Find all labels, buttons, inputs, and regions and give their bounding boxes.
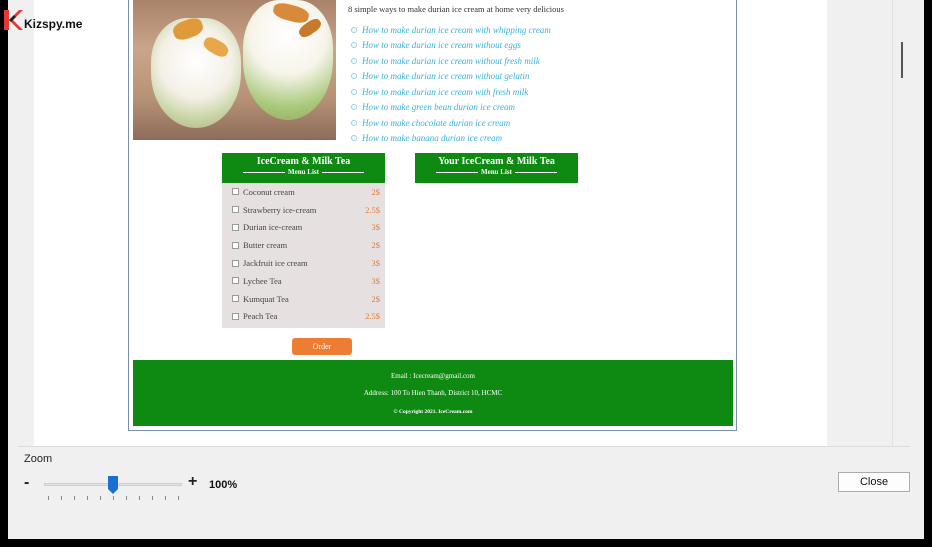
recipe-link[interactable]: How to make chocolate durian ice cream xyxy=(351,115,551,131)
menu-item-checkbox[interactable] xyxy=(232,312,239,320)
kizspy-logo: Kizspy.me xyxy=(0,6,110,36)
menu-list: Coconut cream 2$ Strawberry ice-cream 2.5$… xyxy=(222,183,385,328)
menu-item[interactable]: Kumquat Tea 2$ xyxy=(222,290,385,308)
bullet-icon xyxy=(351,42,357,49)
menu-item-checkbox[interactable] xyxy=(232,188,239,196)
ice-cream-image xyxy=(133,0,336,140)
bullet-icon xyxy=(351,26,357,33)
recipe-link[interactable]: How to make banana durian ice cream xyxy=(351,131,551,147)
menu-item-checkbox[interactable] xyxy=(232,277,239,285)
menu-item-checkbox[interactable] xyxy=(232,241,239,249)
menu-item-price: 3$ xyxy=(371,275,381,286)
recipe-link[interactable]: How to make durian ice cream without egg… xyxy=(351,38,551,54)
zoom-slider-ticks xyxy=(48,496,179,501)
menu-item-price: 2$ xyxy=(371,293,381,304)
close-button[interactable]: Close xyxy=(838,472,910,492)
footer-email: Email : Icecream@gmail.com xyxy=(391,372,475,380)
menu-list-header: IceCream & Milk Tea Menu List xyxy=(222,153,385,183)
menu-item-price: 2$ xyxy=(371,186,381,197)
vertical-scrollbar[interactable] xyxy=(892,0,911,447)
menu-item[interactable]: Jackfruit ice cream 3$ xyxy=(222,254,385,272)
print-preview-window: 8 simple ways to make durian ice cream a… xyxy=(8,0,924,539)
menu-item[interactable]: Durian ice-cream 3$ xyxy=(222,219,385,237)
zoom-label: Zoom xyxy=(24,453,53,465)
order-button[interactable]: Order xyxy=(292,338,352,355)
menu-item-price: 3$ xyxy=(371,258,381,269)
bullet-icon xyxy=(351,119,357,126)
recipe-link[interactable]: How to make durian ice cream with fresh … xyxy=(351,84,551,100)
menu-item-price: 3$ xyxy=(371,222,381,233)
menu-subtitle: Menu List xyxy=(288,168,319,176)
recipe-link[interactable]: How to make durian ice cream without fre… xyxy=(351,53,551,69)
recipe-link[interactable]: How to make durian ice cream without gel… xyxy=(351,69,551,85)
intro-text: 8 simple ways to make durian ice cream a… xyxy=(348,4,564,14)
zoom-in-button[interactable]: + xyxy=(188,473,197,491)
page-footer: Email : Icecream@gmail.com Address: 100 … xyxy=(133,360,733,426)
menu-item-price: 2$ xyxy=(371,240,381,251)
menu-item[interactable]: Peach Tea 2.5$ xyxy=(222,308,385,326)
menu-item-checkbox[interactable] xyxy=(232,206,239,214)
menu-item[interactable]: Coconut cream 2$ xyxy=(222,183,385,201)
menu-item-price: 2.5$ xyxy=(365,204,380,215)
menu-item-checkbox[interactable] xyxy=(232,295,239,303)
your-menu-header: Your IceCream & Milk Tea Menu List xyxy=(415,153,578,183)
menu-item[interactable]: Butter cream 2$ xyxy=(222,236,385,254)
bullet-icon xyxy=(351,73,357,80)
footer-address: Address: 100 To Hien Thanh, District 10,… xyxy=(363,389,503,397)
zoom-slider-thumb[interactable] xyxy=(108,476,118,494)
menu-item[interactable]: Lychee Tea 3$ xyxy=(222,272,385,290)
bullet-icon xyxy=(351,88,357,95)
menu-title: IceCream & Milk Tea xyxy=(256,156,351,167)
zoom-out-button[interactable]: - xyxy=(24,474,29,492)
bullet-icon xyxy=(351,104,357,111)
menu-item-price: 2.5$ xyxy=(365,311,380,322)
menu-item-checkbox[interactable] xyxy=(232,259,239,267)
scrollbar-thumb[interactable] xyxy=(901,42,903,78)
document-preview-area[interactable]: 8 simple ways to make durian ice cream a… xyxy=(8,0,911,447)
brand-name: Kizspy.me xyxy=(24,17,83,31)
kizspy-k-logo-icon xyxy=(4,10,23,30)
your-menu-title: Your IceCream & Milk Tea xyxy=(438,156,555,167)
bullet-icon xyxy=(351,135,357,142)
bullet-icon xyxy=(351,57,357,64)
your-menu-subtitle: Menu List xyxy=(481,168,512,176)
zoom-value: 100% xyxy=(209,479,238,491)
menu-item-checkbox[interactable] xyxy=(232,223,239,231)
menu-item[interactable]: Strawberry ice-cream 2.5$ xyxy=(222,201,385,219)
recipe-link[interactable]: How to make green bean durian ice cream xyxy=(351,100,551,116)
recipe-link[interactable]: How to make durian ice cream with whippi… xyxy=(351,22,551,38)
recipe-link-list: How to make durian ice cream with whippi… xyxy=(351,22,551,146)
footer-copyright: © Copyright 2021. IceCream.com xyxy=(393,409,473,415)
